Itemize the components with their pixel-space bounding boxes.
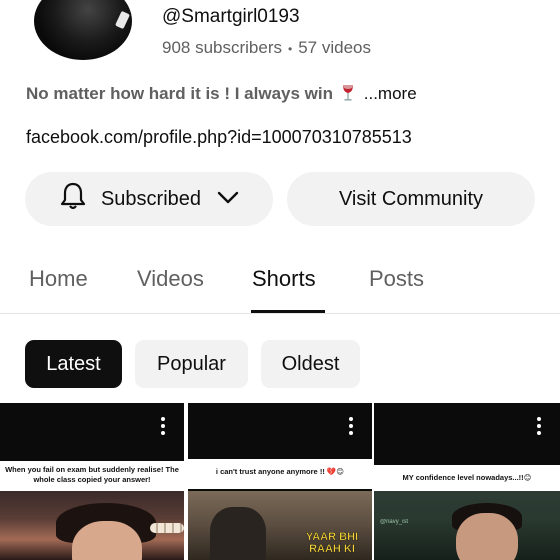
- more-link[interactable]: ...more: [364, 84, 417, 103]
- subscribed-label: Subscribed: [100, 187, 202, 210]
- filter-latest[interactable]: Latest: [25, 340, 122, 388]
- visit-community-label: Visit Community: [338, 187, 484, 210]
- subscribed-button[interactable]: Subscribed: [25, 172, 273, 226]
- channel-description[interactable]: No matter how hard it is ! I always win …: [26, 84, 417, 104]
- short-image-detail: [210, 507, 266, 560]
- filter-oldest[interactable]: Oldest: [261, 340, 360, 388]
- short-watermark: @navy_ist: [380, 519, 409, 525]
- short-caption: When you fail on exam but suddenly reali…: [0, 461, 184, 491]
- short-thumbnail[interactable]: When you fail on exam but suddenly reali…: [0, 403, 184, 560]
- short-caption: i can't trust anyone anymore !! 💔😊: [188, 459, 372, 489]
- channel-link[interactable]: facebook.com/profile.php?id=100070310785…: [26, 127, 412, 148]
- short-caption: MY confidence level nowadays...!!😊: [374, 465, 560, 491]
- tab-videos[interactable]: Videos: [137, 266, 204, 292]
- chevron-down-icon: [217, 188, 239, 211]
- filter-popular[interactable]: Popular: [135, 340, 248, 388]
- short-image-detail: [456, 513, 518, 560]
- channel-tabs: Home Videos Shorts Posts: [0, 258, 560, 314]
- tab-home[interactable]: Home: [29, 266, 88, 292]
- separator: •: [288, 41, 293, 56]
- short-thumbnail[interactable]: MY confidence level nowadays...!!😊 @navy…: [374, 403, 560, 560]
- active-tab-indicator: [251, 310, 325, 313]
- short-overlay-text: YAAR BHI RAAH KI: [305, 531, 359, 555]
- avatar-detail: [115, 10, 130, 30]
- visit-community-button[interactable]: Visit Community: [287, 172, 535, 226]
- more-options-icon[interactable]: [536, 417, 542, 439]
- more-options-icon[interactable]: [160, 417, 166, 439]
- short-image-detail: [150, 523, 184, 533]
- tab-shorts[interactable]: Shorts: [252, 266, 316, 292]
- description-text: No matter how hard it is ! I always win: [26, 84, 334, 103]
- video-count: 57 videos: [298, 38, 371, 57]
- more-options-icon[interactable]: [348, 417, 354, 439]
- tab-posts[interactable]: Posts: [369, 266, 424, 292]
- wine-glass-icon: [342, 84, 354, 102]
- short-thumbnail[interactable]: i can't trust anyone anymore !! 💔😊 YAAR …: [188, 403, 372, 560]
- channel-avatar[interactable]: [34, 0, 132, 60]
- bell-icon: [59, 181, 87, 217]
- channel-handle: @Smartgirl0193: [162, 6, 300, 27]
- channel-stats: 908 subscribers • 57 videos: [162, 38, 371, 58]
- subscriber-count: 908 subscribers: [162, 38, 283, 57]
